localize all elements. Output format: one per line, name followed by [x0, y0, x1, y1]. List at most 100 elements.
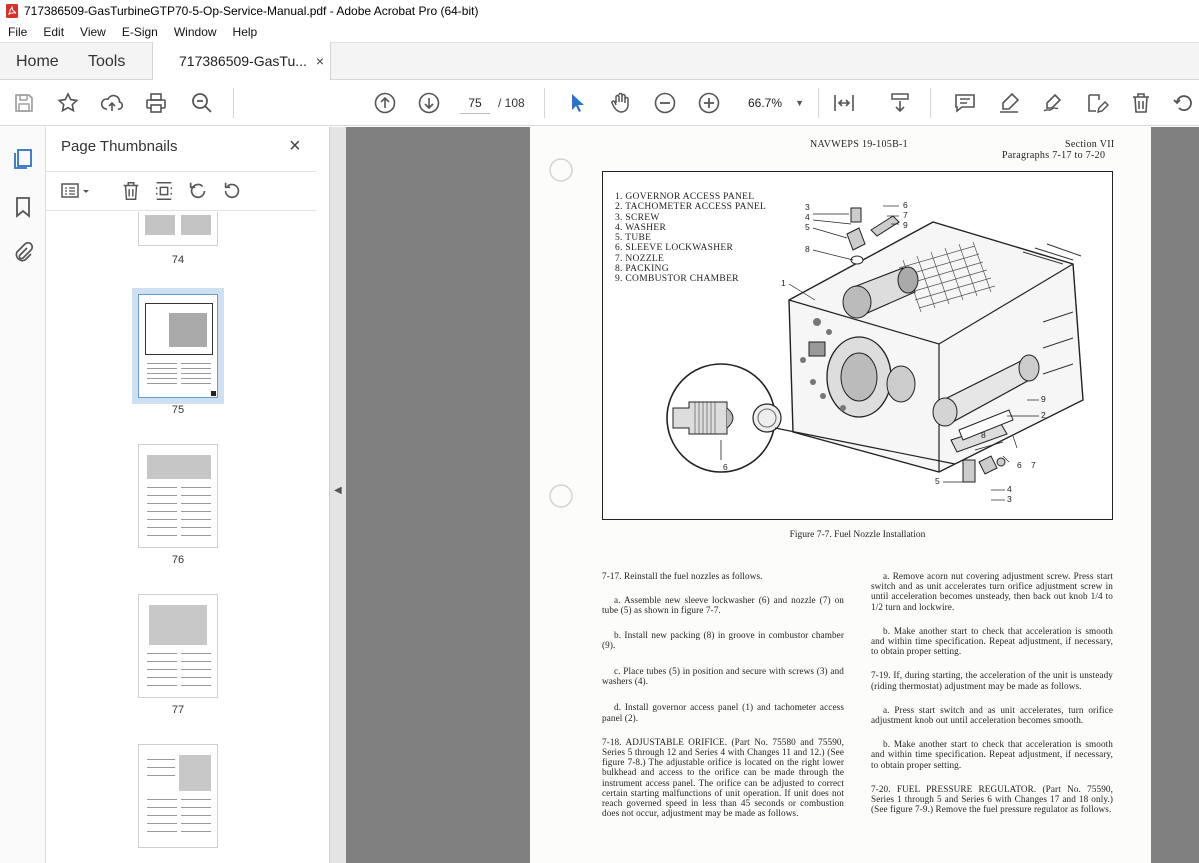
paragraph: a. Remove acorn nut covering adjustment …	[871, 571, 1113, 612]
zoom-value: 66.7%	[748, 96, 783, 110]
callout: 5	[805, 222, 810, 232]
page-fit-icon[interactable]	[832, 91, 856, 115]
thumbnail-toolbar	[46, 171, 316, 211]
panel-title: Page Thumbnails	[61, 138, 178, 155]
delete-icon[interactable]	[1129, 91, 1153, 115]
panel-collapse-handle[interactable]: ◀	[330, 127, 346, 863]
panel-close-icon[interactable]: ×	[289, 135, 301, 158]
left-rail	[0, 127, 46, 863]
chevron-left-icon: ◀	[334, 485, 342, 496]
page-header-paragraphs: Paragraphs 7-17 to 7-20	[1002, 150, 1106, 161]
page-header-doc: NAVWEPS 19-105B-1	[810, 139, 908, 150]
punch-hole-mark	[549, 484, 573, 508]
callout: 9	[903, 220, 908, 230]
paragraph: 7-19. If, during starting, the accelerat…	[871, 670, 1113, 691]
thumbnail-label: 77	[171, 704, 185, 716]
toolbar-separator	[818, 88, 819, 118]
zoom-search-icon[interactable]	[190, 91, 214, 115]
text-column-right: a. Remove acorn nut covering adjustment …	[871, 571, 1113, 828]
callout: 1	[781, 278, 786, 288]
window-title: 717386509-GasTurbineGTP70-5-Op-Service-M…	[24, 4, 479, 18]
thumbnail-page-78[interactable]	[138, 744, 218, 848]
menu-bar: File Edit View E-Sign Window Help	[0, 22, 1199, 42]
zoom-out-icon[interactable]	[653, 91, 677, 115]
callout: 7	[1031, 460, 1036, 470]
paragraph: b. Make another start to check that acce…	[871, 739, 1113, 770]
tab-home[interactable]: Home	[16, 43, 59, 80]
rotate-ccw-icon[interactable]	[187, 180, 209, 202]
paragraph: 7-20. FUEL PRESSURE REGULATOR. (Part No.…	[871, 783, 1113, 815]
zoom-dropdown[interactable]: 66.7% ▼	[742, 92, 808, 114]
highlight-icon[interactable]	[997, 91, 1021, 115]
extract-pages-icon[interactable]	[153, 180, 175, 202]
attachment-icon[interactable]	[11, 241, 35, 265]
callout: 4	[1007, 484, 1012, 494]
thumbnail-list: 74 75 76 77	[46, 212, 316, 863]
callout: 7	[903, 210, 908, 220]
callout: 6	[1017, 460, 1022, 470]
page-total: / 108	[498, 96, 525, 110]
punch-hole-mark	[549, 158, 573, 182]
menu-esign[interactable]: E-Sign	[114, 25, 166, 39]
page-header-section: Section VII	[1065, 139, 1115, 150]
text-column-left: 7-17. Reinstall the fuel nozzles as foll…	[602, 571, 844, 832]
prev-page-icon[interactable]	[373, 91, 397, 115]
callout: 3	[1007, 494, 1012, 504]
combustor-drawing: 3 4 5 8 6 7 9 1 9 2 8 6 7 5 4 3 6	[666, 200, 1084, 504]
thumbnails-panel: Page Thumbnails × 74 75 76 77	[46, 127, 366, 863]
menu-view[interactable]: View	[72, 25, 114, 39]
hand-icon[interactable]	[609, 91, 633, 115]
page-number-input[interactable]	[460, 92, 490, 114]
thumbnail-page-74[interactable]	[138, 212, 218, 246]
page-thumbnails-icon[interactable]	[11, 147, 35, 171]
tab-close-icon[interactable]: ×	[316, 42, 324, 81]
menu-edit[interactable]: Edit	[35, 25, 72, 39]
delete-pages-icon[interactable]	[120, 180, 142, 202]
acrobat-app-icon	[6, 4, 18, 18]
tab-bar: Home Tools 717386509-GasTu... ×	[0, 42, 1199, 81]
tab-tools[interactable]: Tools	[88, 43, 125, 80]
callout: 5	[935, 476, 940, 486]
rotate-icon[interactable]	[1172, 91, 1196, 115]
callout: 3	[805, 202, 810, 212]
paragraph: a. Assemble new sleeve lockwasher (6) an…	[602, 595, 844, 616]
thumbnail-page-77[interactable]	[138, 594, 218, 698]
thumbnail-page-76[interactable]	[138, 444, 218, 548]
callout: 6	[903, 200, 908, 210]
chevron-down-icon: ▼	[795, 98, 804, 108]
main-toolbar: / 108 66.7% ▼	[0, 80, 1199, 126]
scroll-mode-icon[interactable]	[888, 91, 912, 115]
bookmark-icon[interactable]	[11, 195, 35, 219]
thumbnail-label: 74	[171, 254, 185, 266]
paragraph: c. Place tubes (5) in position and secur…	[602, 666, 844, 687]
figure-caption: Figure 7-7. Fuel Nozzle Installation	[789, 530, 926, 540]
comment-icon[interactable]	[953, 91, 977, 115]
tab-document[interactable]: 717386509-GasTu... ×	[152, 42, 331, 81]
star-icon[interactable]	[56, 91, 80, 115]
callout: 8	[805, 244, 810, 254]
title-bar: 717386509-GasTurbineGTP70-5-Op-Service-M…	[0, 0, 1199, 22]
select-arrow-icon[interactable]	[566, 91, 590, 115]
thumbnail-label: 75	[171, 404, 185, 416]
edit-icon[interactable]	[1085, 91, 1110, 115]
upload-icon[interactable]	[100, 91, 124, 115]
thumbnail-page-75[interactable]	[132, 288, 224, 404]
callout: 6	[723, 462, 728, 472]
menu-window[interactable]: Window	[166, 25, 225, 39]
paragraph: d. Install governor access panel (1) and…	[602, 702, 844, 723]
next-page-icon[interactable]	[417, 91, 441, 115]
options-menu-icon[interactable]	[61, 180, 89, 202]
menu-help[interactable]: Help	[225, 25, 266, 39]
toolbar-separator	[544, 88, 545, 118]
toolbar-separator	[930, 88, 931, 118]
zoom-in-icon[interactable]	[697, 91, 721, 115]
rotate-cw-icon[interactable]	[221, 180, 243, 202]
paragraph: 7-17. Reinstall the fuel nozzles as foll…	[602, 571, 763, 581]
print-icon[interactable]	[144, 91, 168, 115]
sign-icon[interactable]	[1041, 91, 1065, 115]
callout: 9	[1041, 394, 1046, 404]
paragraph: b. Make another start to check that acce…	[871, 625, 1113, 657]
document-viewer[interactable]: NAVWEPS 19-105B-1 Section VII Paragraphs…	[346, 127, 1199, 863]
menu-file[interactable]: File	[0, 25, 35, 39]
save-icon[interactable]	[12, 91, 36, 115]
